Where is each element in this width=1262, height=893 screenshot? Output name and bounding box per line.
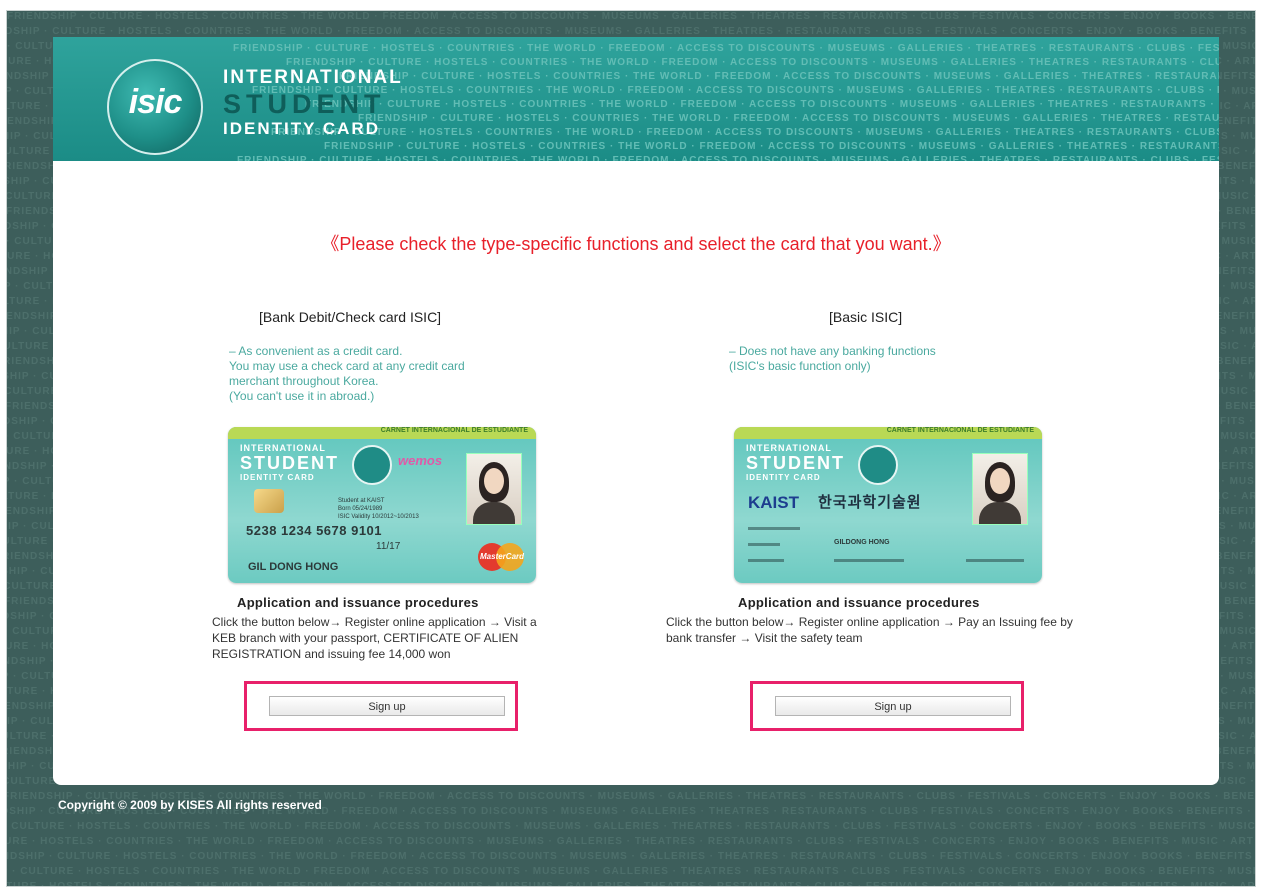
header-pattern-line: FRIENDSHIP · CULTURE · HOSTELS · COUNTRI… [358, 113, 1219, 124]
card-brand-line2: STUDENT [240, 453, 339, 473]
header-pattern-line: FRIENDSHIP · CULTURE · HOSTELS · COUNTRI… [324, 141, 1219, 152]
card-brand-line2: STUDENT [746, 453, 845, 473]
page-frame: FRIENDSHIP · CULTURE · HOSTELS · COUNTRI… [6, 10, 1256, 887]
background-pattern-line: FRIENDSHIP · CULTURE · HOSTELS · COUNTRI… [7, 866, 1255, 877]
card-photo [972, 453, 1028, 525]
card-text-line [966, 559, 1024, 562]
card-image-basic: CARNET INTERNACIONAL DE ESTUDIANTE INTER… [734, 427, 1042, 583]
header-pattern-line: FRIENDSHIP · CULTURE · HOSTELS · COUNTRI… [305, 99, 1219, 110]
card-chip-icon [254, 489, 284, 513]
card-institution-korean: 한국과학기술원 [818, 494, 922, 511]
background-pattern-line: FRIENDSHIP · CULTURE · HOSTELS · COUNTRI… [7, 836, 1255, 847]
card-holder-name: GIL DONG HONG [248, 561, 339, 573]
card-isic-globe-icon [352, 445, 392, 485]
card-description-bank: – As convenient as a credit card. You ma… [229, 344, 465, 403]
card-title-bank: [Bank Debit/Check card ISIC] [259, 309, 442, 325]
card-brand: INTERNATIONAL STUDENT IDENTITY CARD [240, 443, 339, 482]
card-isic-globe-icon [858, 445, 898, 485]
instruction-headline: 《Please check the type-specific function… [321, 234, 951, 254]
mastercard-logo-text: MasterCard [480, 552, 525, 561]
card-holder-details: Student at KAIST Born 05/24/1989 ISIC Va… [338, 498, 419, 520]
background-pattern-line: FRIENDSHIP · CULTURE · HOSTELS · COUNTRI… [7, 851, 1255, 862]
card-brand-line3: IDENTITY CARD [746, 473, 821, 482]
mastercard-logo-icon: MasterCard [478, 543, 524, 571]
card-photo [466, 453, 522, 525]
card-band-text: CARNET INTERNACIONAL DE ESTUDIANTE [380, 427, 528, 434]
brand-line-international: INTERNATIONAL [223, 67, 403, 88]
card-title-basic: [Basic ISIC] [829, 309, 903, 325]
brand-line-identity-card: IDENTITY CARD [223, 119, 380, 138]
card-expiry: 11/17 [376, 541, 401, 552]
card-text-line [834, 559, 904, 562]
procedure-title-basic: Application and issuance procedures [738, 595, 980, 610]
background-pattern-line: FRIENDSHIP · CULTURE · HOSTELS · COUNTRI… [6, 26, 1256, 37]
card-text-line [748, 543, 780, 546]
procedure-text-bank: Click the button below→ Register online … [212, 615, 537, 661]
card-holder-name: GILDONG HONG [834, 539, 890, 546]
header-pattern-line: FRIENDSHIP · CULTURE · HOSTELS · COUNTRI… [286, 57, 1219, 68]
card-brand-line3: IDENTITY CARD [240, 473, 315, 482]
card-brand: INTERNATIONAL STUDENT IDENTITY CARD [746, 443, 845, 482]
content-panel: 《Please check the type-specific function… [53, 161, 1219, 785]
signup-button-bank[interactable]: Sign up [269, 696, 505, 716]
card-description-basic: – Does not have any banking functions (I… [729, 344, 936, 373]
card-brand-line1: INTERNATIONAL [746, 443, 832, 453]
card-text-line [748, 527, 800, 530]
isic-logo: isic [107, 59, 203, 155]
card-partner-logo: wemos [398, 453, 443, 468]
background-pattern-line: FRIENDSHIP · CULTURE · HOSTELS · COUNTRI… [7, 821, 1256, 832]
card-brand-line1: INTERNATIONAL [240, 443, 326, 453]
card-number: 5238 1234 5678 9101 [246, 523, 383, 538]
header-pattern-line: FRIENDSHIP · CULTURE · HOSTELS · COUNTRI… [233, 43, 1219, 54]
isic-header-banner: FRIENDSHIP · CULTURE · HOSTELS · COUNTRI… [53, 37, 1219, 161]
signup-highlight-bank: Sign up [244, 681, 518, 731]
background-pattern-line: FRIENDSHIP · CULTURE · HOSTELS · COUNTRI… [7, 11, 1256, 22]
card-image-bank: CARNET INTERNACIONAL DE ESTUDIANTE INTER… [228, 427, 536, 583]
card-text-line [748, 559, 784, 562]
brand-wordmark: INTERNATIONAL STUDENT IDENTITY CARD [223, 67, 403, 139]
procedure-text-basic: Click the button below→ Register online … [666, 615, 1073, 645]
copyright-text: Copyright © 2009 by KISES All rights res… [58, 798, 322, 812]
signup-button-basic[interactable]: Sign up [775, 696, 1011, 716]
brand-line-student: STUDENT [223, 89, 386, 119]
header-pattern-line: FRIENDSHIP · CULTURE · HOSTELS · COUNTRI… [271, 127, 1219, 138]
card-band-text: CARNET INTERNACIONAL DE ESTUDIANTE [886, 427, 1034, 434]
signup-highlight-basic: Sign up [750, 681, 1024, 731]
isic-logo-text: isic [128, 83, 183, 121]
background-pattern-line: FRIENDSHIP · CULTURE · HOSTELS · COUNTRI… [6, 881, 1256, 887]
procedure-title-bank: Application and issuance procedures [237, 595, 479, 610]
header-pattern-line: FRIENDSHIP · CULTURE · HOSTELS · COUNTRI… [339, 71, 1219, 82]
card-institution: KAIST [748, 493, 799, 512]
